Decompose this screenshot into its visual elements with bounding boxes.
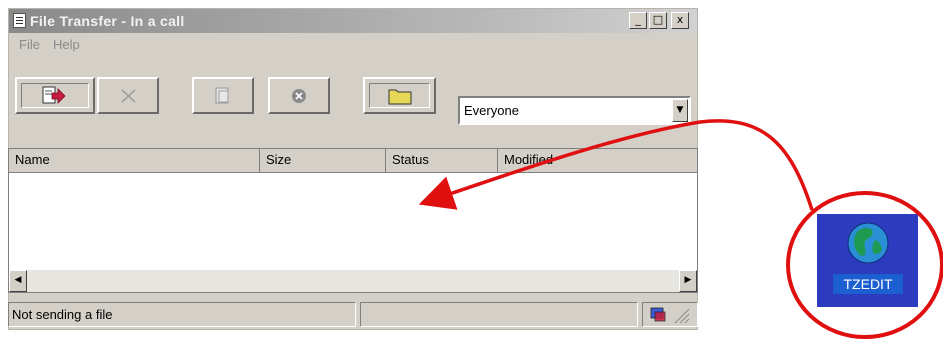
annotation-circle (786, 191, 943, 339)
annotation-overlay (418, 119, 943, 339)
annotation-arrow (418, 119, 814, 211)
